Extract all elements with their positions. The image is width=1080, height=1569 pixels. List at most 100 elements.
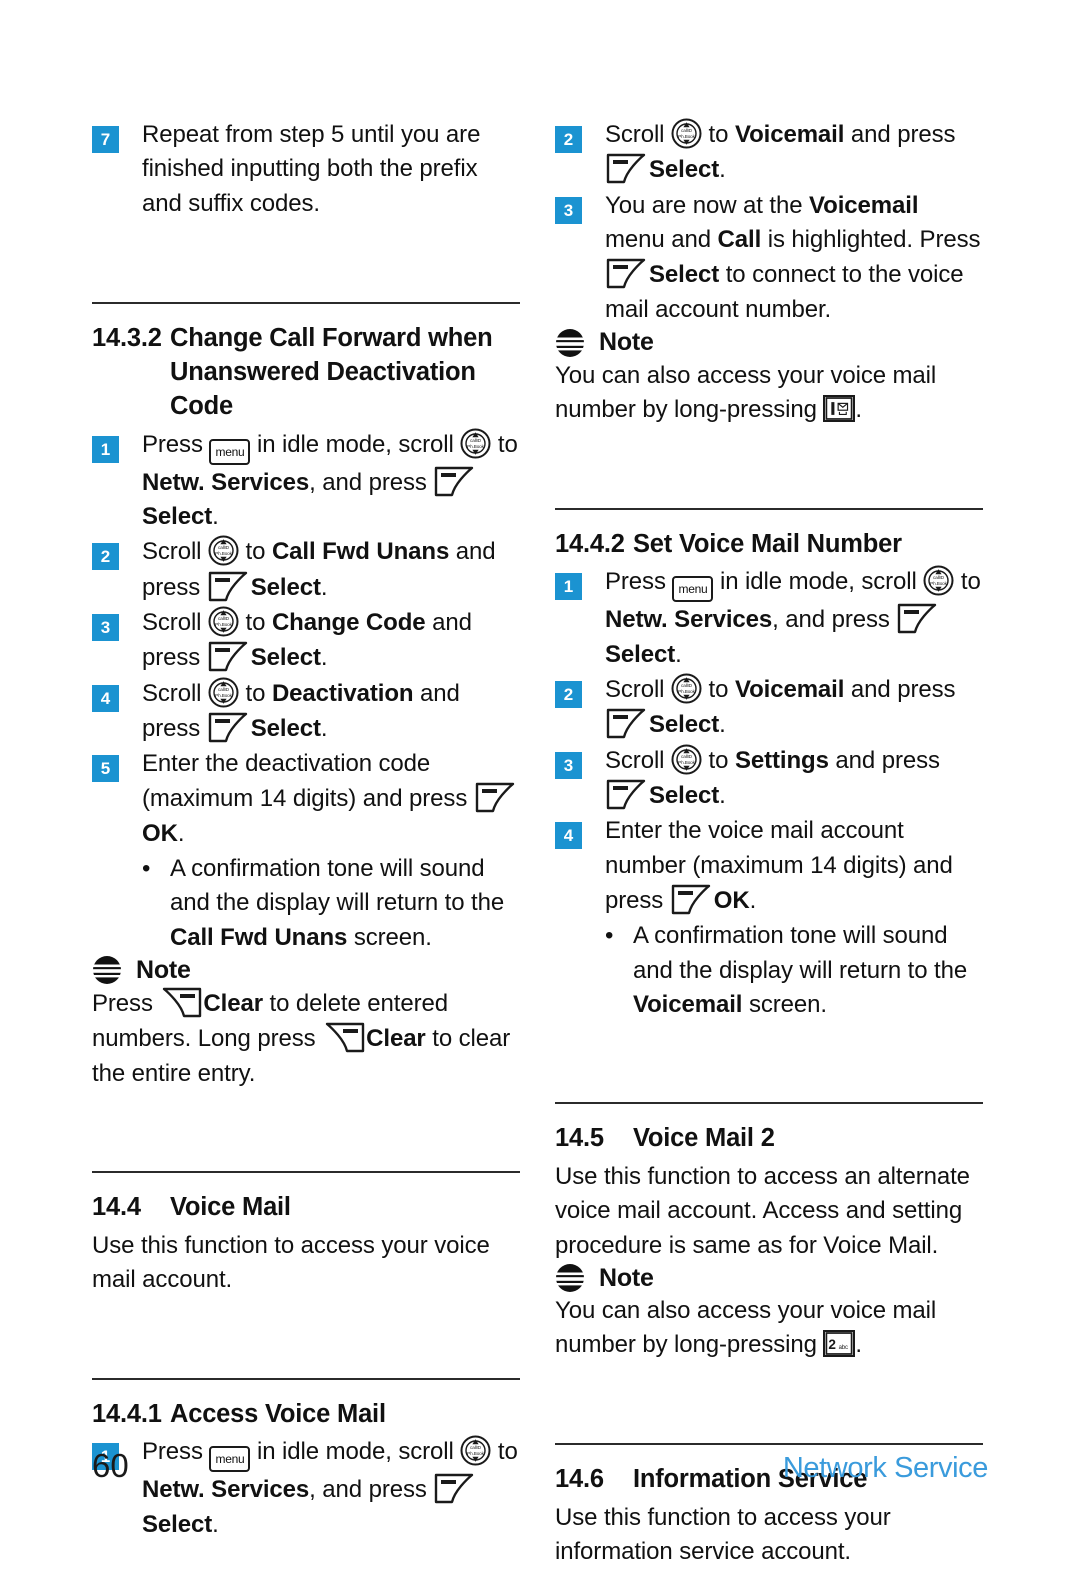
text-run: Scroll	[605, 121, 671, 148]
softkey-label: OK	[713, 886, 750, 914]
section-divider	[92, 301, 520, 304]
step-text: You are now at the Voicemail menu and Ca…	[605, 189, 983, 327]
nav-key-icon-glyph: callID Ph.Book	[671, 118, 702, 149]
list-item: 3 Scroll callID Ph.Book to Change Code a…	[92, 606, 520, 676]
text-run: .	[719, 711, 726, 739]
menu-path-label: Voicemail	[734, 121, 845, 148]
nav-key-icon-glyph: callID Ph.Book	[671, 673, 702, 704]
key-two-abc-icon-glyph: 2 abc	[823, 1330, 856, 1358]
left-softkey-icon-glyph	[606, 779, 646, 810]
note-title: Note	[136, 955, 191, 984]
nav-key-icon-glyph: callID Ph.Book	[208, 606, 239, 637]
svg-text:Ph.Book: Ph.Book	[215, 551, 232, 556]
step-badge: 2	[92, 543, 119, 571]
nav-key-icon-glyph: callID Ph.Book	[923, 565, 954, 596]
svg-text:callID: callID	[218, 616, 230, 621]
text-run: Enter the voice mail account number (max…	[605, 817, 953, 914]
list-item: 7 Repeat from step 5 until you are finis…	[92, 118, 520, 221]
note-icon-glyph	[555, 1264, 585, 1292]
note-body: Press Clear to delete entered numbers. L…	[92, 986, 520, 1091]
text-run: screen.	[347, 923, 432, 951]
text-run: .	[719, 781, 726, 809]
svg-text:Ph.Book: Ph.Book	[467, 444, 484, 449]
screen-name-label: Voicemail	[633, 990, 743, 1018]
text-run: in idle mode, scroll	[250, 430, 461, 458]
text-run: to	[491, 430, 518, 458]
softkey-label: Select	[649, 156, 720, 184]
section-number: 14.4.2	[555, 529, 625, 558]
softkey-label: Clear	[203, 990, 263, 1018]
section-number: 14.5	[555, 1124, 604, 1153]
note-icon-glyph	[555, 328, 585, 357]
menu-path-label: Call Fwd Unans	[271, 538, 450, 566]
text-run: Scroll	[142, 608, 208, 636]
section-title: Voice Mail	[170, 1192, 291, 1221]
text-run: and press	[844, 676, 956, 704]
svg-text:abc: abc	[839, 1345, 848, 1351]
menu-path-label: Change Code	[271, 608, 426, 636]
text-run: to	[238, 538, 272, 566]
section-heading-14-5: 14.5 Voice Mail 2	[555, 1122, 983, 1156]
text-run: Press	[605, 568, 673, 596]
list-item: 4 Scroll callID Ph.Book to Deactivation …	[92, 677, 520, 747]
bullet-dot: •	[605, 922, 614, 950]
text-run: .	[212, 1510, 219, 1538]
section-divider	[92, 1170, 520, 1173]
svg-text:Ph.Book: Ph.Book	[930, 581, 947, 586]
menu-path-label: Netw. Services	[605, 606, 773, 634]
section-heading-14-3-2: 14.3.2 Change Call Forward when Unanswer…	[92, 322, 520, 424]
section-body: Use this function to access your voice m…	[92, 1231, 490, 1294]
left-softkey-icon-glyph	[435, 466, 474, 496]
text-run: to	[954, 568, 981, 596]
svg-text:callID: callID	[470, 438, 482, 443]
section-title: Voice Mail 2	[633, 1124, 775, 1153]
nav-key-icon-glyph: callID Ph.Book	[671, 744, 702, 775]
note-title: Note	[599, 1263, 654, 1292]
note-title: Note	[599, 328, 654, 357]
left-softkey-icon-glyph	[606, 154, 646, 184]
text-run: and press	[828, 746, 940, 774]
svg-text:Ph.Book: Ph.Book	[678, 760, 695, 765]
softkey-label: Select	[649, 261, 720, 289]
step-text: Scroll callID Ph.Book to Voicemail and p…	[605, 673, 983, 743]
text-run: A confirmation tone will sound and the d…	[170, 855, 505, 917]
text-run: .	[719, 156, 726, 184]
left-softkey-icon-glyph	[208, 571, 247, 601]
text-run: .	[320, 714, 328, 742]
section-divider	[555, 1442, 983, 1445]
text-run: .	[855, 396, 862, 424]
softkey-label: Select	[142, 502, 213, 530]
svg-text:callID: callID	[681, 754, 693, 759]
step-text: Enter the voice mail account number (max…	[605, 814, 983, 918]
svg-text:Ph.Book: Ph.Book	[215, 693, 232, 698]
section-divider	[555, 1102, 983, 1105]
text-run: .	[749, 886, 757, 914]
list-item: 5 Enter the deactivation code (maximum 1…	[92, 747, 520, 851]
text-run: Scroll	[605, 746, 671, 774]
step-badge: 3	[555, 751, 582, 779]
list-item: 2 Scroll callID Ph.Book to Voicemail and…	[555, 673, 983, 743]
menu-key-glyph: menu	[209, 438, 251, 465]
step-text: Scroll callID Ph.Book to Settings and pr…	[605, 744, 983, 814]
softkey-label: Select	[250, 714, 321, 742]
menu-path-label: Call	[717, 225, 762, 253]
left-softkey-icon-glyph	[475, 783, 514, 813]
right-softkey-icon-glyph	[163, 987, 202, 1018]
section-number: 14.4	[92, 1192, 141, 1221]
footer-chapter-title: Network Service	[782, 1452, 989, 1484]
text-run: Scroll	[142, 538, 208, 566]
step-text: Scroll callID Ph.Book to Call Fwd Unans …	[142, 535, 520, 605]
nav-key-icon-glyph: callID Ph.Book	[208, 677, 239, 708]
left-softkey-icon-glyph	[671, 884, 710, 915]
step-badge: 4	[92, 684, 119, 712]
left-softkey-icon-glyph	[208, 712, 247, 743]
section-body: Use this function to access an alternate…	[555, 1163, 970, 1259]
text-run: Press	[142, 430, 210, 458]
step-text: Enter the deactivation code (maximum 14 …	[142, 747, 520, 851]
section-heading-14-4-1: 14.4.1 Access Voice Mail	[92, 1398, 520, 1432]
svg-text:Ph.Book: Ph.Book	[678, 689, 695, 694]
bullet-text: A confirmation tone will sound and the d…	[633, 919, 983, 1022]
list-item: 1 Press menu in idle mode, scroll callID…	[92, 428, 520, 535]
